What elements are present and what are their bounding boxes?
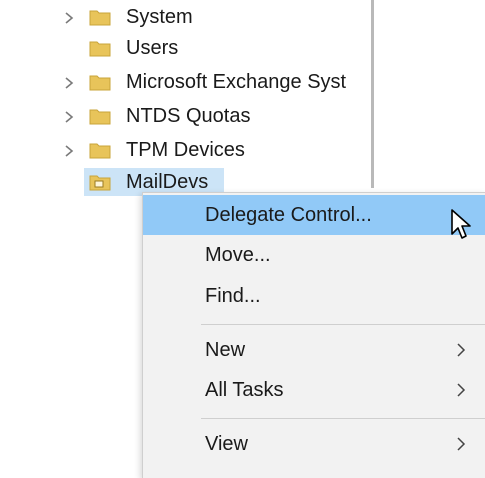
menu-item-label: View xyxy=(205,433,248,455)
tree-item-label: System xyxy=(126,6,193,28)
menu-item-delegate-control[interactable]: Delegate Control... xyxy=(143,195,485,235)
tree-item-ntds-quotas[interactable]: NTDS Quotas xyxy=(0,101,372,131)
folder-icon xyxy=(89,8,111,26)
menu-item-label: Find... xyxy=(205,285,261,307)
submenu-arrow-icon xyxy=(456,437,466,451)
tree-item-microsoft-exchange[interactable]: Microsoft Exchange Syst xyxy=(0,67,372,97)
ou-folder-icon xyxy=(89,173,111,191)
folder-icon xyxy=(89,39,111,57)
menu-item-view[interactable]: View xyxy=(143,424,485,464)
tree-item-label: Users xyxy=(126,37,179,59)
menu-item-move[interactable]: Move... xyxy=(143,235,485,275)
tree-item-users[interactable]: Users xyxy=(0,33,372,63)
menu-item-label: Delegate Control... xyxy=(205,204,372,226)
pane-splitter[interactable] xyxy=(371,0,374,188)
menu-item-label: New xyxy=(205,339,246,361)
tree-item-system[interactable]: System xyxy=(0,2,372,32)
chevron-right-icon[interactable] xyxy=(62,144,76,158)
menu-item-new[interactable]: New xyxy=(143,330,485,370)
tree-item-label: TPM Devices xyxy=(126,139,245,161)
chevron-right-icon[interactable] xyxy=(62,11,76,25)
submenu-arrow-icon xyxy=(456,343,466,357)
menu-separator xyxy=(201,418,485,419)
chevron-right-icon[interactable] xyxy=(62,76,76,90)
folder-icon xyxy=(89,73,111,91)
menu-item-label: Move... xyxy=(205,244,271,266)
folder-icon xyxy=(89,107,111,125)
menu-item-all-tasks[interactable]: All Tasks xyxy=(143,370,485,410)
menu-item-label: All Tasks xyxy=(205,379,284,401)
folder-icon xyxy=(89,141,111,159)
tree-item-label: Microsoft Exchange Syst xyxy=(126,71,347,93)
tree-item-label: NTDS Quotas xyxy=(126,105,251,127)
chevron-right-icon[interactable] xyxy=(62,110,76,124)
menu-separator xyxy=(201,324,485,325)
submenu-arrow-icon xyxy=(456,383,466,397)
menu-item-find[interactable]: Find... xyxy=(143,276,485,316)
context-menu: Delegate Control... Move... Find... New … xyxy=(142,192,485,478)
mouse-cursor-icon xyxy=(450,208,474,242)
tree-item-tpm-devices[interactable]: TPM Devices xyxy=(0,135,372,165)
